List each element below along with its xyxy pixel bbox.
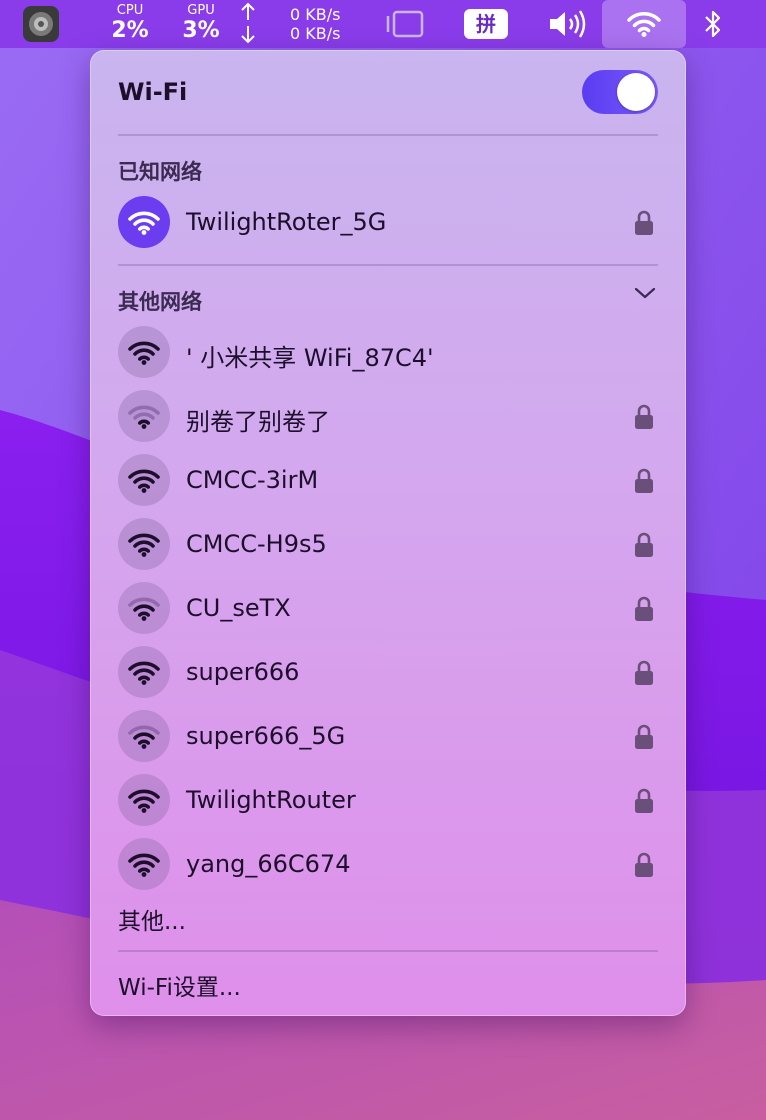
panel-title: Wi-Fi <box>118 78 188 106</box>
network-row[interactable]: yang_66C674 <box>118 838 658 894</box>
lock-icon <box>634 210 654 240</box>
wifi-toggle[interactable] <box>582 70 658 114</box>
gpu-label: GPU <box>187 3 215 18</box>
other-networks-label: 其他网络 <box>118 290 202 314</box>
lock-icon <box>634 468 654 498</box>
lock-icon <box>634 660 654 690</box>
network-row[interactable]: TwilightRoter_5G <box>118 196 658 252</box>
wifi-icon <box>627 12 661 37</box>
wifi-signal-icon <box>118 326 170 378</box>
wifi-signal-icon <box>118 774 170 826</box>
wifi-signal-icon <box>118 838 170 890</box>
divider <box>118 134 658 136</box>
display-mirror-icon[interactable] <box>386 0 424 48</box>
network-speed[interactable]: 0 KB/s 0 KB/s <box>290 0 352 48</box>
wifi-settings-item[interactable]: Wi-Fi设置... <box>118 968 241 1002</box>
lock-icon <box>634 596 654 626</box>
gpu-value: 3% <box>182 18 220 43</box>
network-row[interactable]: 别卷了别卷了 <box>118 390 658 446</box>
wifi-signal-icon <box>118 582 170 634</box>
wifi-signal-icon <box>118 646 170 698</box>
network-name: super666 <box>186 658 300 686</box>
gpu-usage[interactable]: GPU 3% <box>180 0 222 48</box>
lock-icon <box>634 788 654 818</box>
system-stats-icon[interactable] <box>22 0 60 48</box>
lock-icon <box>634 404 654 434</box>
input-method-indicator[interactable]: 拼 <box>464 9 508 39</box>
lock-icon <box>634 724 654 754</box>
network-name: CMCC-3irM <box>186 466 319 494</box>
wifi-panel: Wi-Fi 已知网络 TwilightRoter_5G 其他网络 ' 小米共享 … <box>90 50 686 1016</box>
known-networks-label: 已知网络 <box>118 160 202 184</box>
network-row[interactable]: CMCC-H9s5 <box>118 518 658 574</box>
network-row[interactable]: super666 <box>118 646 658 702</box>
bluetooth-icon[interactable] <box>702 0 724 48</box>
toggle-knob <box>617 73 655 111</box>
cpu-label: CPU <box>116 3 144 18</box>
network-name: ' 小米共享 WiFi_87C4' <box>186 344 434 372</box>
network-row[interactable]: CMCC-3irM <box>118 454 658 510</box>
network-name: CMCC-H9s5 <box>186 530 327 558</box>
network-row[interactable]: TwilightRouter <box>118 774 658 830</box>
lock-icon <box>634 532 654 562</box>
cpu-usage[interactable]: CPU 2% <box>110 0 150 48</box>
arrow-up-down-icon <box>238 0 258 48</box>
network-name: TwilightRoter_5G <box>186 208 387 236</box>
wifi-signal-icon <box>118 454 170 506</box>
wifi-menu-button[interactable] <box>602 0 686 48</box>
wifi-signal-icon <box>118 710 170 762</box>
network-name: CU_seTX <box>186 594 291 622</box>
divider <box>118 950 658 952</box>
network-row[interactable]: CU_seTX <box>118 582 658 638</box>
wifi-signal-icon <box>118 390 170 442</box>
network-row[interactable]: super666_5G <box>118 710 658 766</box>
other-networks-item[interactable]: 其他... <box>118 902 186 936</box>
cpu-value: 2% <box>111 18 149 43</box>
wifi-signal-icon <box>118 518 170 570</box>
network-name: yang_66C674 <box>186 850 351 878</box>
volume-icon[interactable] <box>548 0 590 48</box>
wifi-signal-icon <box>118 196 170 248</box>
net-upload: 0 KB/s <box>290 5 341 24</box>
chevron-down-icon[interactable] <box>634 286 656 300</box>
network-name: super666_5G <box>186 722 346 750</box>
menu-bar: CPU 2% GPU 3% 0 KB/s 0 KB/s 拼 <box>0 0 766 48</box>
divider <box>118 264 658 266</box>
lock-icon <box>634 852 654 882</box>
network-name: TwilightRouter <box>186 786 356 814</box>
net-download: 0 KB/s <box>290 24 341 43</box>
network-name: 别卷了别卷了 <box>186 408 330 436</box>
network-row[interactable]: ' 小米共享 WiFi_87C4' <box>118 326 658 382</box>
